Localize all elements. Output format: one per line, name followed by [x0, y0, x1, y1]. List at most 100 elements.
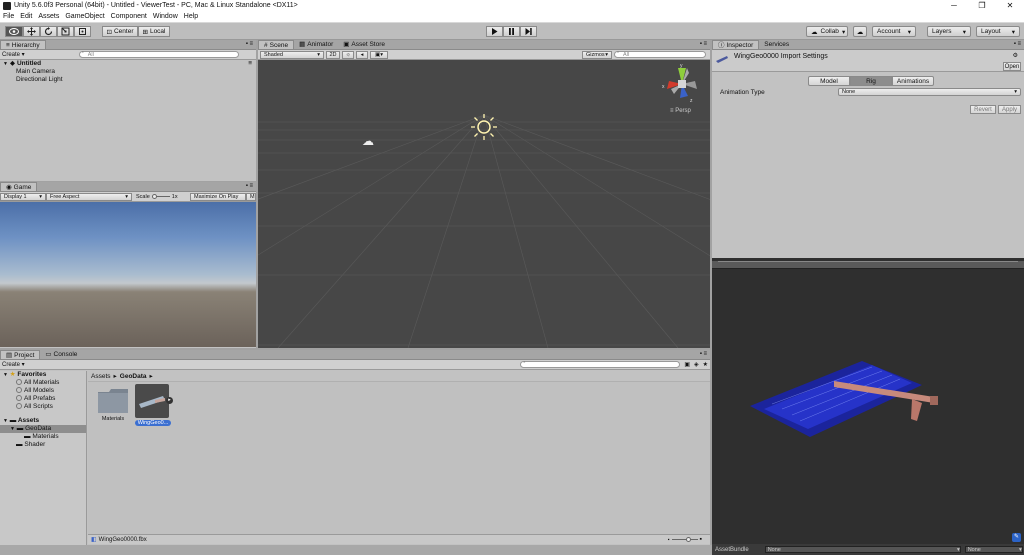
rotate-tool-icon[interactable]: [40, 26, 57, 37]
folder-materials[interactable]: ▬ Materials: [0, 433, 86, 441]
animation-type-dropdown[interactable]: None ▾: [838, 88, 1021, 96]
assets-root[interactable]: ▼ ▬ Assets: [0, 417, 86, 425]
scene-effects-dropdown[interactable]: ▣▾: [370, 50, 388, 59]
folder-shader[interactable]: ▬ Shader: [0, 441, 86, 449]
space-local-button[interactable]: ⊞ Local: [138, 26, 170, 37]
asset-variant-dropdown[interactable]: None ▾: [964, 546, 1023, 553]
star-filter-icon[interactable]: ★: [703, 361, 708, 368]
layout-dropdown[interactable]: Layout ▾: [976, 26, 1020, 37]
tab-scene[interactable]: # Scene: [258, 40, 295, 49]
tab-inspector[interactable]: ⓘ Inspector: [712, 40, 760, 49]
aspect-dropdown[interactable]: Free Aspect ▾: [46, 192, 132, 201]
scene-search-input[interactable]: All: [614, 50, 706, 58]
favorite-all-models[interactable]: All Models: [0, 387, 86, 395]
pause-button[interactable]: [503, 26, 520, 37]
account-dropdown[interactable]: Account ▾: [872, 26, 916, 37]
menu-window[interactable]: Window: [153, 13, 178, 20]
asset-tile-winggeo[interactable]: ▸ WingGeo0...: [135, 384, 173, 426]
hand-tool-icon[interactable]: [5, 26, 23, 37]
menu-help[interactable]: Help: [184, 13, 198, 20]
play-button[interactable]: [486, 26, 503, 37]
favorite-all-prefabs[interactable]: All Prefabs: [0, 395, 86, 403]
camera-gizmo-icon[interactable]: ☁: [362, 134, 374, 148]
scene-lighting-toggle[interactable]: ☼: [342, 50, 354, 59]
thumbnail-size-slider[interactable]: ▪ ▪: [668, 536, 702, 543]
scale-slider[interactable]: [151, 194, 170, 199]
panel-menu-icon[interactable]: ▪ ≡: [246, 183, 253, 189]
hierarchy-item-directional-light[interactable]: Directional Light: [0, 76, 256, 84]
step-button[interactable]: [520, 26, 537, 37]
close-button[interactable]: ✕: [996, 0, 1024, 11]
scene-audio-toggle[interactable]: ◂: [356, 50, 368, 59]
favorites-root[interactable]: ▼ ★ Favorites: [0, 371, 86, 379]
favorite-all-scripts[interactable]: All Scripts: [0, 403, 86, 411]
slider-thumb[interactable]: [685, 537, 691, 542]
layers-dropdown[interactable]: Layers ▾: [927, 26, 971, 37]
model-preview[interactable]: [712, 269, 1024, 535]
segment-model[interactable]: Model: [808, 76, 850, 86]
favorite-all-materials[interactable]: All Materials: [0, 379, 86, 387]
label-filter-icon[interactable]: ◈: [694, 361, 699, 368]
panel-menu-icon[interactable]: ▪ ≡: [700, 351, 707, 357]
shading-mode-dropdown[interactable]: Shaded ▾: [260, 50, 324, 59]
hierarchy-item-main-camera[interactable]: Main Camera: [0, 68, 256, 76]
pivot-center-button[interactable]: ⊡ Center: [102, 26, 138, 37]
maximize-button[interactable]: ❐: [968, 0, 996, 11]
persp-label[interactable]: ≡ Persp: [670, 108, 691, 114]
gizmos-dropdown[interactable]: Gizmos ▾: [582, 50, 612, 59]
directional-light-gizmo-icon[interactable]: [470, 113, 498, 141]
inspector-settings-icon[interactable]: ⚙: [1013, 52, 1018, 59]
collab-dropdown[interactable]: ☁ Collab ▾: [806, 26, 848, 37]
tab-hierarchy[interactable]: ≡ Hierarchy: [0, 40, 46, 49]
move-tool-icon[interactable]: [23, 26, 40, 37]
create-dropdown[interactable]: Create ▾: [2, 51, 25, 58]
preview-resize-handle[interactable]: [712, 261, 1024, 269]
segment-rig[interactable]: Rig: [850, 76, 892, 86]
open-button[interactable]: Open: [1003, 62, 1021, 71]
revert-button[interactable]: Revert: [970, 105, 996, 114]
asset-tile-materials[interactable]: Materials: [95, 388, 131, 422]
search-type-icon[interactable]: ▣: [684, 361, 690, 368]
menu-component[interactable]: Component: [111, 13, 147, 20]
tab-console[interactable]: ▭ Console: [40, 350, 82, 359]
project-create-dropdown[interactable]: Create ▾: [2, 361, 25, 368]
scene-root[interactable]: ▼ ◆ Untitled ≡: [0, 60, 256, 68]
tab-services[interactable]: Services: [759, 40, 794, 49]
panel-menu-icon[interactable]: ▪ ≡: [700, 41, 707, 47]
tab-animator[interactable]: ▦ Animator: [294, 40, 338, 49]
scene-viewport[interactable]: ☁ y x z ≡ Persp: [258, 60, 710, 348]
scale-tool-icon[interactable]: [57, 26, 74, 37]
panel-menu-icon[interactable]: ▪ ≡: [1014, 41, 1021, 47]
toggle-2d-button[interactable]: 2D: [326, 50, 340, 59]
scene-menu-icon[interactable]: ≡: [248, 60, 252, 68]
menu-assets[interactable]: Assets: [38, 13, 59, 20]
hierarchy-search-input[interactable]: All: [78, 50, 239, 58]
apply-button[interactable]: Apply: [998, 105, 1021, 114]
folder-geodata[interactable]: ▼ ▬ GeoData: [0, 425, 86, 433]
mute-audio-toggle[interactable]: Mu: [246, 192, 256, 201]
orientation-gizmo-icon[interactable]: y x z: [662, 64, 702, 104]
menu-gameobject[interactable]: GameObject: [65, 13, 104, 20]
breadcrumb-geodata[interactable]: GeoData: [120, 373, 147, 380]
slider-track[interactable]: [671, 537, 698, 542]
maximize-on-play-toggle[interactable]: Maximize On Play: [190, 192, 246, 201]
cloud-services-button[interactable]: ☁: [853, 26, 867, 37]
menu-file[interactable]: File: [3, 13, 14, 20]
open-label: Open: [1004, 63, 1020, 70]
preview-settings-icon[interactable]: ✎: [1012, 533, 1021, 542]
tab-project[interactable]: ▤ Project: [0, 350, 41, 359]
segment-animations[interactable]: Animations: [892, 76, 934, 86]
minimize-button[interactable]: ─: [940, 0, 968, 11]
game-viewport[interactable]: [0, 202, 256, 347]
project-search-input[interactable]: [520, 360, 681, 368]
tab-game[interactable]: ◉ Game: [0, 182, 38, 191]
tab-asset-store[interactable]: ▣ Asset Store: [338, 40, 390, 49]
slider-thumb[interactable]: [151, 194, 157, 199]
expand-asset-icon[interactable]: ▸: [166, 397, 173, 404]
rect-tool-icon[interactable]: [74, 26, 91, 37]
menu-edit[interactable]: Edit: [20, 13, 32, 20]
asset-bundle-dropdown[interactable]: None ▾: [764, 546, 961, 553]
display-dropdown[interactable]: Display 1 ▾: [0, 192, 46, 201]
breadcrumb-assets[interactable]: Assets: [91, 373, 111, 380]
panel-menu-icon[interactable]: ▪ ≡: [246, 41, 253, 47]
